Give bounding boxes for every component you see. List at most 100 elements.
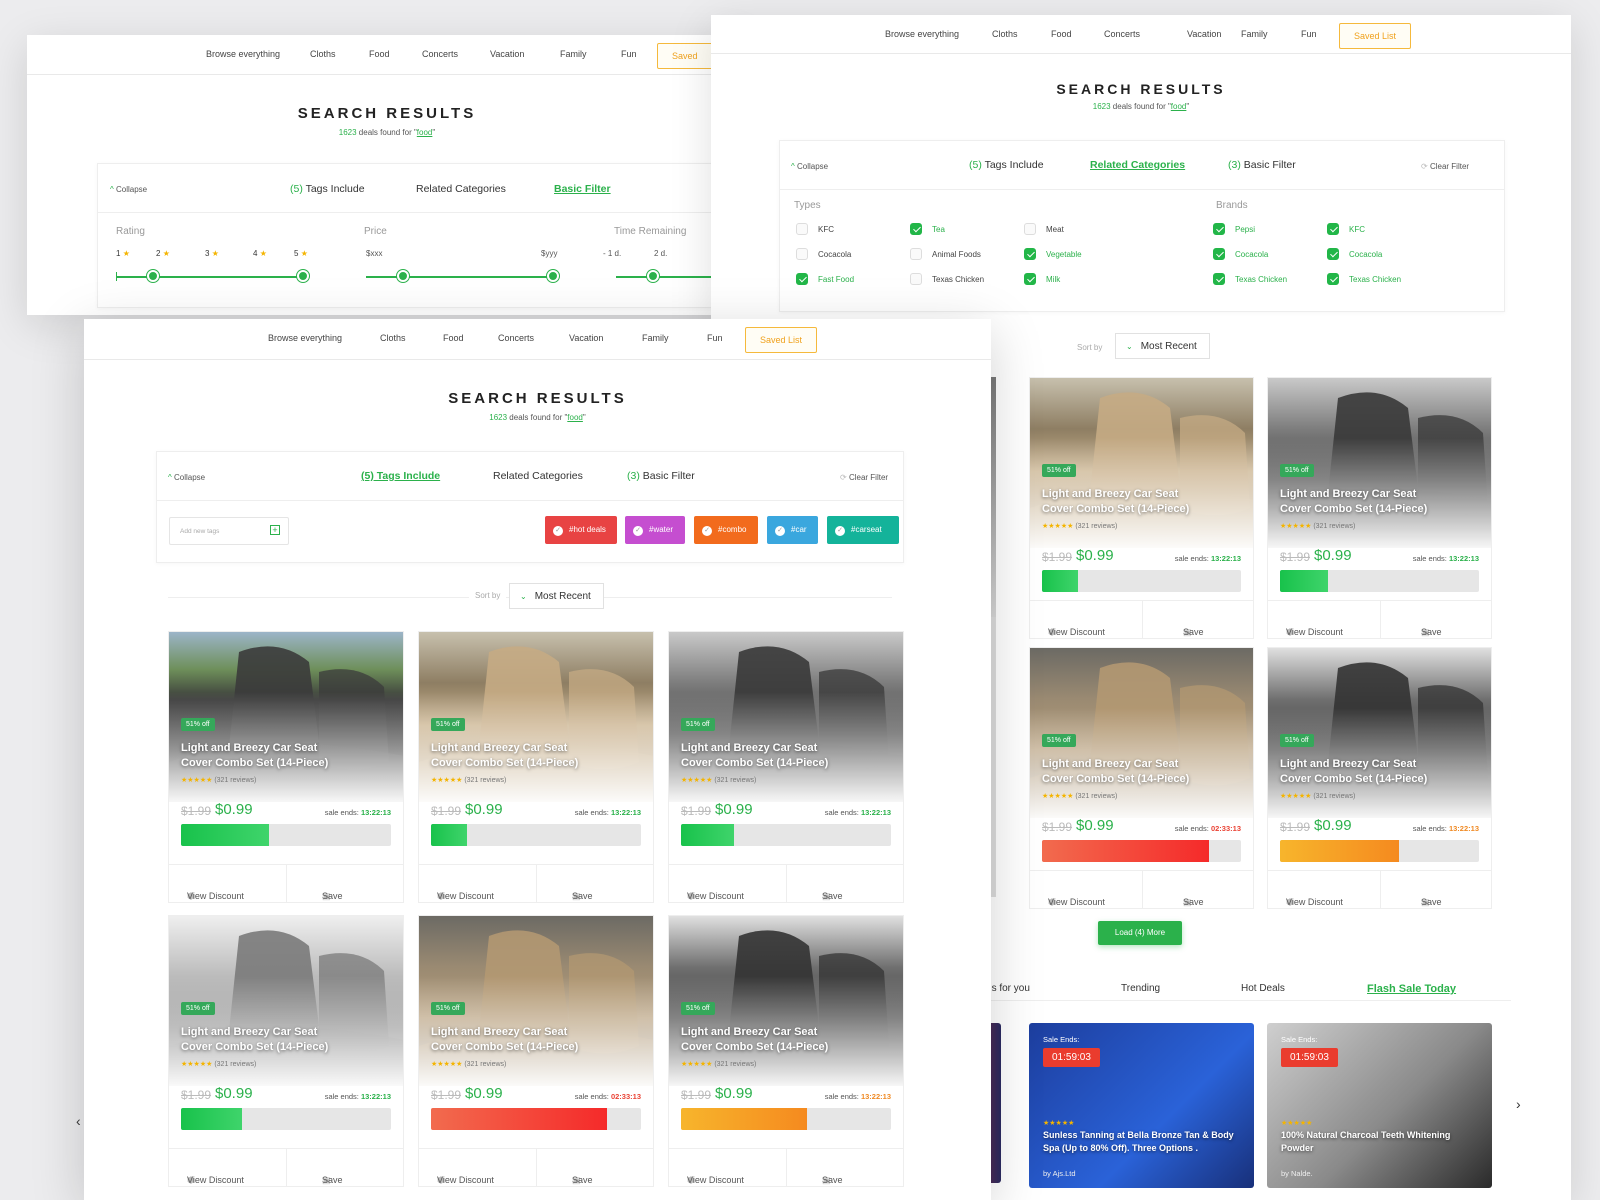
- product-card[interactable]: 51% off Light and Breezy Car Seat Cover …: [168, 915, 404, 1187]
- tab-tags-include[interactable]: (5) Tags Include: [290, 183, 365, 195]
- add-tag-input[interactable]: Add new tags +: [169, 517, 289, 545]
- tag-chip[interactable]: #hot deals: [545, 516, 617, 544]
- rating-4[interactable]: 4 ★: [253, 249, 267, 258]
- product-card[interactable]: 51% off Light and Breezy Car Seat Cover …: [1267, 647, 1492, 909]
- checkbox[interactable]: [1024, 273, 1036, 285]
- product-title[interactable]: Light and Breezy Car Seat Cover Combo Se…: [181, 741, 351, 771]
- nav-cloths[interactable]: Cloths: [992, 29, 1018, 39]
- rating-slider-max-handle[interactable]: [297, 270, 309, 282]
- checkbox[interactable]: [1327, 273, 1339, 285]
- nav-family[interactable]: Family: [560, 49, 587, 59]
- nav-food[interactable]: Food: [369, 49, 390, 59]
- product-card[interactable]: 51% off Light and Breezy Car Seat Cover …: [168, 631, 404, 903]
- price-slider-min-handle[interactable]: [397, 270, 409, 282]
- nav-browse[interactable]: Browse everything: [268, 333, 342, 343]
- checkbox[interactable]: [910, 223, 922, 235]
- nav-cloths[interactable]: Cloths: [380, 333, 406, 343]
- load-more-button[interactable]: Load (4) More: [1098, 921, 1182, 945]
- clear-filter-button[interactable]: ⟳ Clear Filter: [1421, 162, 1469, 171]
- nav-concerts[interactable]: Concerts: [1104, 29, 1140, 39]
- nav-concerts[interactable]: Concerts: [422, 49, 458, 59]
- checkbox[interactable]: [910, 248, 922, 260]
- checkbox[interactable]: [1213, 248, 1225, 260]
- time-slider-handle[interactable]: [647, 270, 659, 282]
- nav-family[interactable]: Family: [642, 333, 669, 343]
- product-card[interactable]: 51% off Light and Breezy Car Seat Cover …: [418, 631, 654, 903]
- product-title[interactable]: Light and Breezy Car Seat Cover Combo Se…: [681, 1025, 851, 1055]
- carousel-next-icon[interactable]: ›: [1516, 1096, 1521, 1112]
- nav-browse[interactable]: Browse everything: [885, 29, 959, 39]
- nav-food[interactable]: Food: [443, 333, 464, 343]
- checkbox[interactable]: [1213, 273, 1225, 285]
- product-card[interactable]: 51% off Light and Breezy Car Seat Cover …: [1029, 377, 1254, 639]
- price-slider-max-handle[interactable]: [547, 270, 559, 282]
- collapse-toggle[interactable]: ^ Collapse: [110, 185, 147, 194]
- rating-3[interactable]: 3 ★: [205, 249, 219, 258]
- nav-vacation[interactable]: Vacation: [569, 333, 603, 343]
- clear-filter-button[interactable]: ⟳ Clear Filter: [840, 473, 888, 482]
- tab-related-categories[interactable]: Related Categories: [493, 470, 583, 482]
- product-title[interactable]: Light and Breezy Car Seat Cover Combo Se…: [431, 1025, 601, 1055]
- checkbox[interactable]: [1024, 248, 1036, 260]
- checkbox[interactable]: [1024, 223, 1036, 235]
- product-title[interactable]: Light and Breezy Car Seat Cover Combo Se…: [1042, 487, 1212, 517]
- tab-related-categories[interactable]: Related Categories: [1090, 159, 1185, 171]
- product-card[interactable]: 51% off Light and Breezy Car Seat Cover …: [1267, 377, 1492, 639]
- tag-chip[interactable]: #carseat: [827, 516, 899, 544]
- checkbox[interactable]: [796, 273, 808, 285]
- product-title[interactable]: Light and Breezy Car Seat Cover Combo Se…: [1042, 757, 1212, 787]
- checkbox[interactable]: [796, 223, 808, 235]
- product-card[interactable]: 51% off Light and Breezy Car Seat Cover …: [668, 631, 904, 903]
- product-title[interactable]: Light and Breezy Car Seat Cover Combo Se…: [1280, 757, 1450, 787]
- product-title[interactable]: Light and Breezy Car Seat Cover Combo Se…: [431, 741, 601, 771]
- tab-tags-include[interactable]: (5) Tags Include: [361, 470, 440, 482]
- nav-concerts[interactable]: Concerts: [498, 333, 534, 343]
- nav-saved-list[interactable]: Saved List: [1339, 23, 1412, 49]
- product-title[interactable]: Light and Breezy Car Seat Cover Combo Se…: [1280, 487, 1450, 517]
- nav-saved-list[interactable]: Saved: [657, 43, 713, 69]
- nav-fun[interactable]: Fun: [1301, 29, 1317, 39]
- flash-sale-card[interactable]: Sale Ends: 01:59:03 ★★★★★ 100% Natural C…: [1267, 1023, 1492, 1188]
- carousel-prev-icon[interactable]: ‹: [76, 1113, 81, 1129]
- tab-tags-include[interactable]: (5) Tags Include: [969, 159, 1044, 171]
- rating-2[interactable]: 2 ★: [156, 249, 170, 258]
- nav-vacation[interactable]: Vacation: [1187, 29, 1221, 39]
- tab-basic-filter[interactable]: (3) Basic Filter: [1228, 159, 1296, 171]
- tab-basic-filter[interactable]: Basic Filter: [554, 183, 611, 195]
- plus-square-icon[interactable]: +: [270, 525, 280, 535]
- product-card[interactable]: 51% off Light and Breezy Car Seat Cover …: [418, 915, 654, 1187]
- product-title[interactable]: Light and Breezy Car Seat Cover Combo Se…: [681, 741, 851, 771]
- tag-chip[interactable]: #car: [767, 516, 818, 544]
- product-title[interactable]: Light and Breezy Car Seat Cover Combo Se…: [181, 1025, 351, 1055]
- flash-title[interactable]: 100% Natural Charcoal Teeth Whitening Po…: [1281, 1129, 1481, 1155]
- tab-hot-deals[interactable]: Hot Deals: [1241, 983, 1285, 994]
- checkbox[interactable]: [910, 273, 922, 285]
- collapse-toggle[interactable]: ^ Collapse: [791, 162, 828, 171]
- nav-fun[interactable]: Fun: [621, 49, 637, 59]
- product-card[interactable]: 51% off Light and Breezy Car Seat Cover …: [1029, 647, 1254, 909]
- product-card[interactable]: 51% off Light and Breezy Car Seat Cover …: [668, 915, 904, 1187]
- sort-dropdown[interactable]: ⌄ Most Recent: [1115, 333, 1210, 359]
- collapse-toggle[interactable]: ^ Collapse: [168, 473, 205, 482]
- sort-dropdown[interactable]: ⌄ Most Recent: [509, 583, 604, 609]
- checkbox[interactable]: [1327, 248, 1339, 260]
- flash-title[interactable]: Sunless Tanning at Bella Bronze Tan & Bo…: [1043, 1129, 1243, 1155]
- nav-browse[interactable]: Browse everything: [206, 49, 280, 59]
- nav-family[interactable]: Family: [1241, 29, 1268, 39]
- tab-related-categories[interactable]: Related Categories: [416, 183, 506, 195]
- tag-chip[interactable]: #combo: [694, 516, 758, 544]
- rating-1[interactable]: 1 ★: [116, 249, 130, 258]
- rating-slider-min-handle[interactable]: [147, 270, 159, 282]
- nav-vacation[interactable]: Vacation: [490, 49, 524, 59]
- nav-cloths[interactable]: Cloths: [310, 49, 336, 59]
- nav-saved-list[interactable]: Saved List: [745, 327, 818, 353]
- tab-flash-sale-today[interactable]: Flash Sale Today: [1367, 983, 1456, 995]
- checkbox[interactable]: [1327, 223, 1339, 235]
- nav-food[interactable]: Food: [1051, 29, 1072, 39]
- tag-chip[interactable]: #water: [625, 516, 685, 544]
- flash-sale-card[interactable]: Sale Ends: 01:59:03 ★★★★★ Sunless Tannin…: [1029, 1023, 1254, 1188]
- rating-5[interactable]: 5 ★: [294, 249, 308, 258]
- tab-trending[interactable]: Trending: [1121, 983, 1160, 994]
- tab-basic-filter[interactable]: (3) Basic Filter: [627, 470, 695, 482]
- checkbox[interactable]: [796, 248, 808, 260]
